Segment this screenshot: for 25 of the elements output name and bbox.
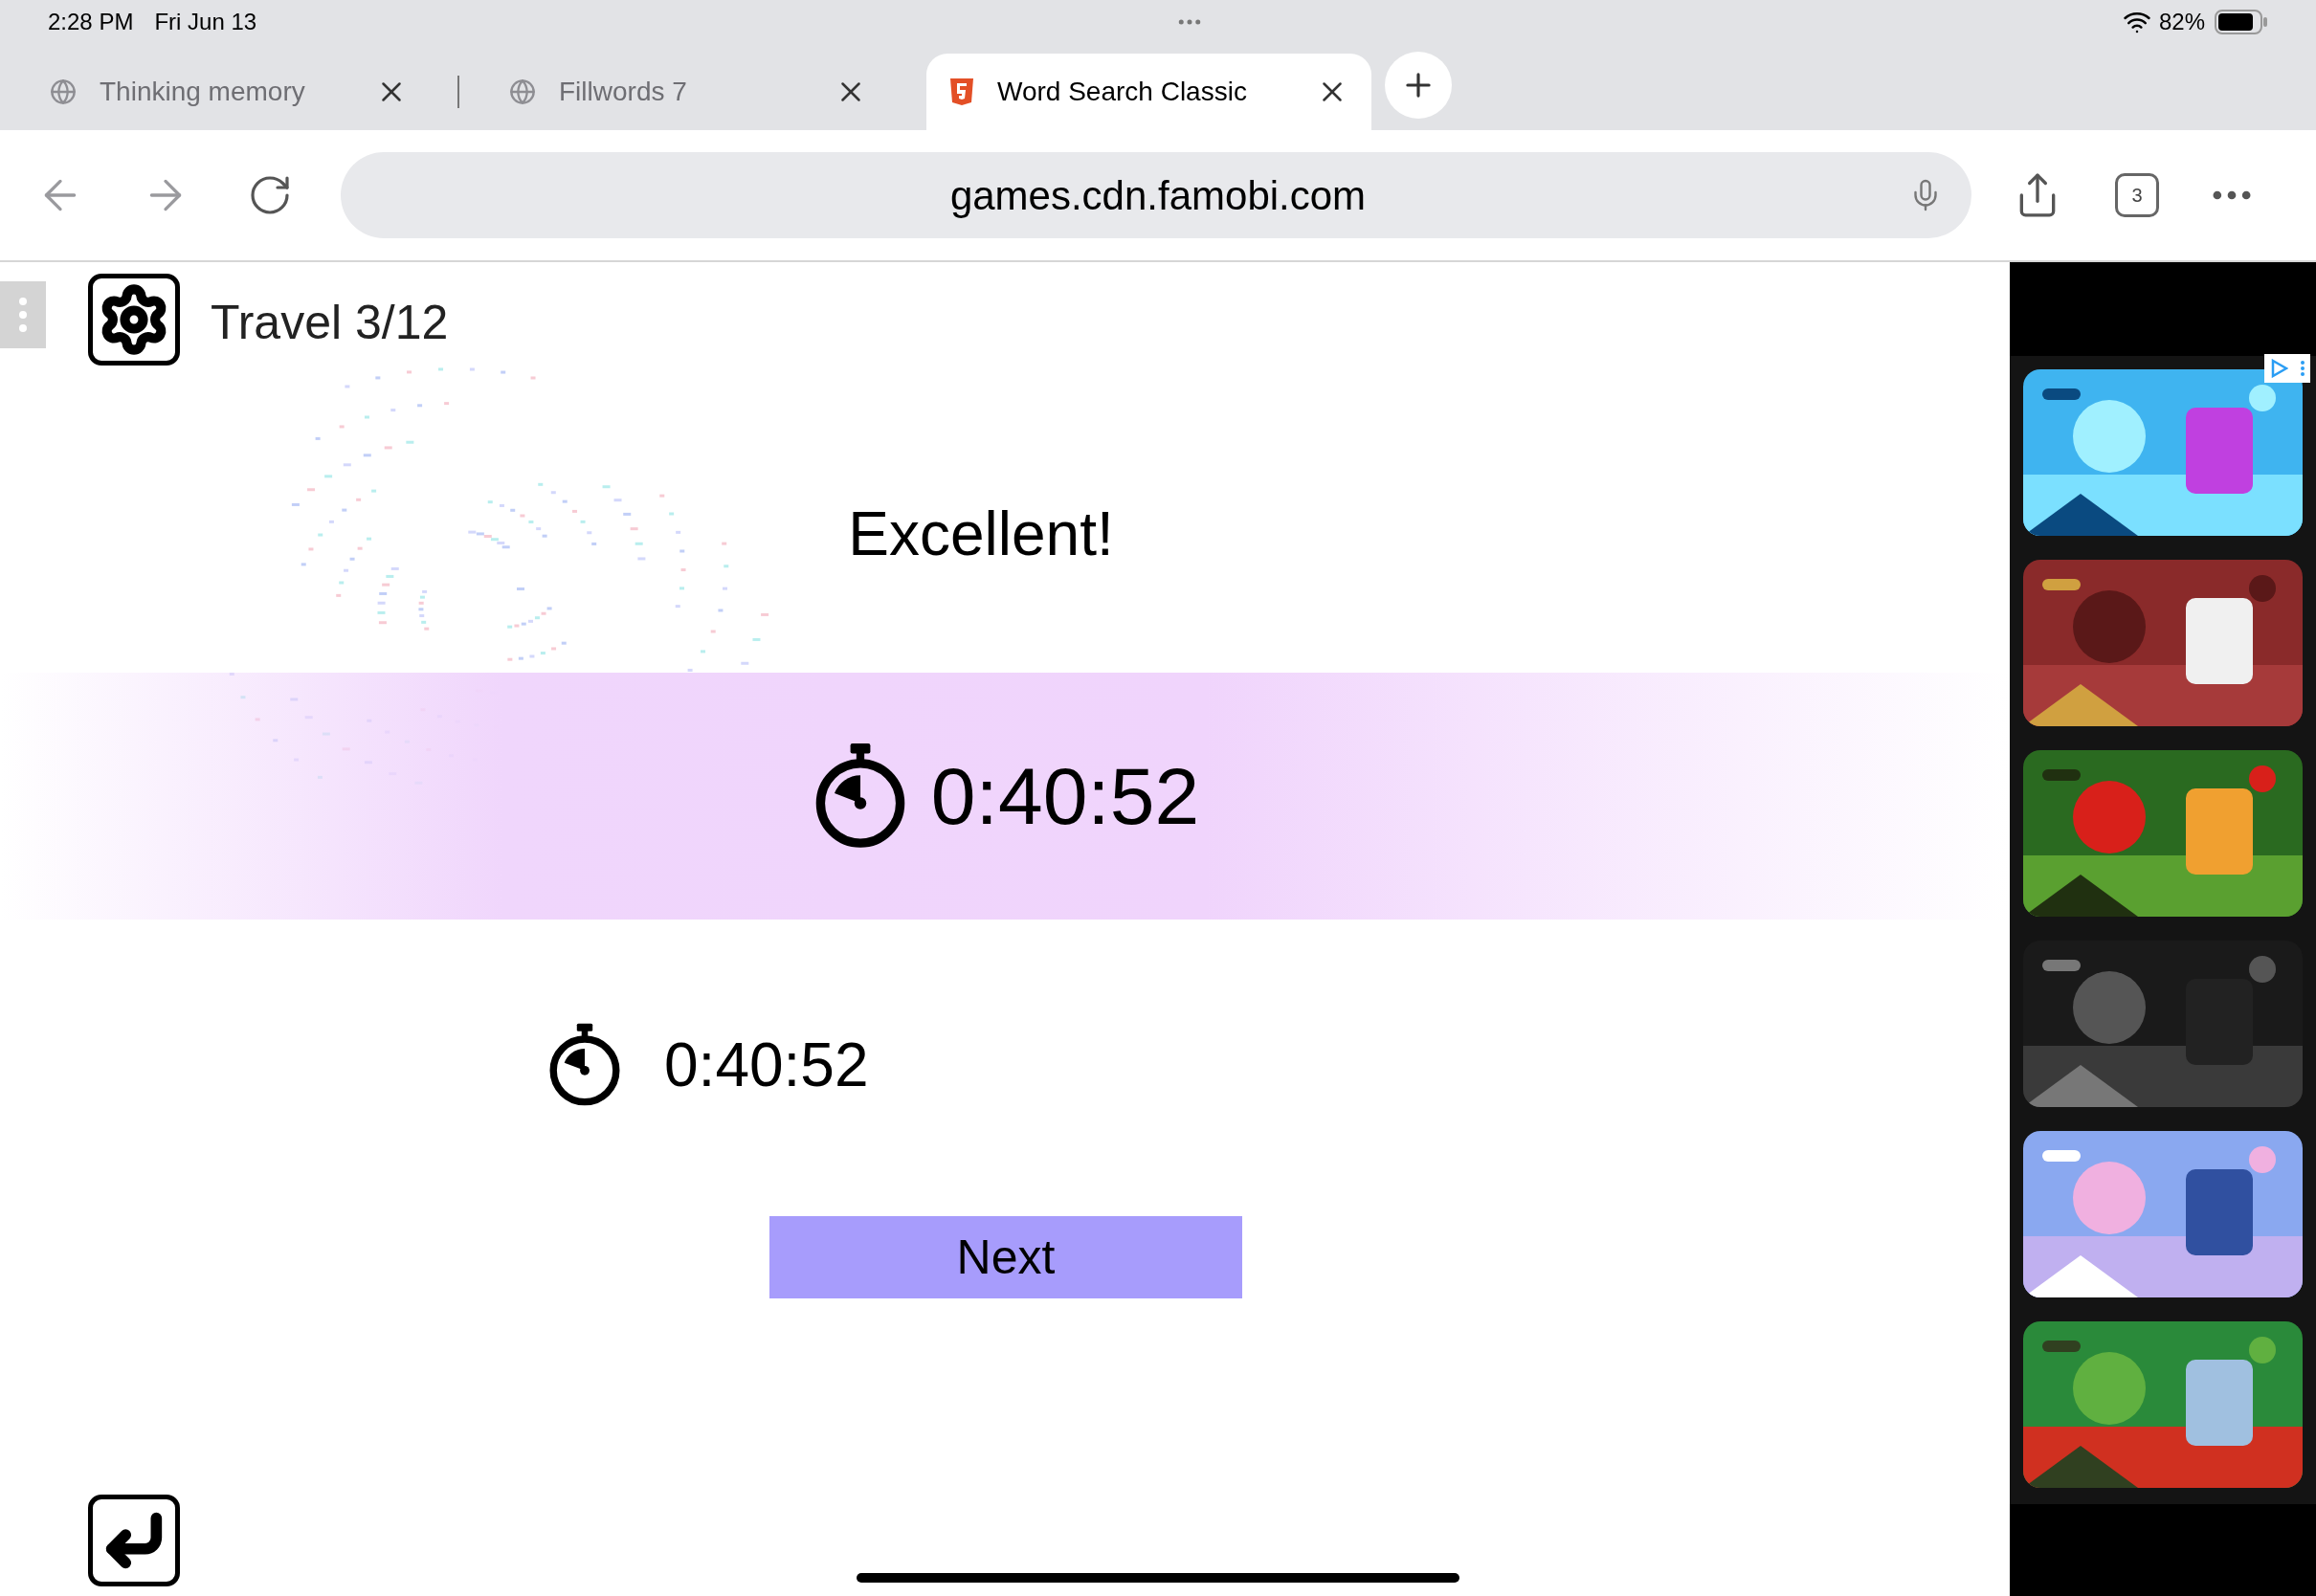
result-message: Excellent! xyxy=(848,499,1114,570)
tab-count[interactable]: 3 xyxy=(2115,173,2159,217)
tab-title: Word Search Classic xyxy=(997,76,1248,108)
browser-tab[interactable]: Word Search Classic xyxy=(926,54,1371,130)
return-button[interactable] xyxy=(88,1495,180,1586)
shield-icon xyxy=(949,78,974,106)
time-main: 0:40:52 xyxy=(930,750,1200,843)
next-button[interactable]: Next xyxy=(769,1216,1242,1298)
time-best: 0:40:52 xyxy=(664,1030,869,1101)
address-field[interactable]: games.cdn.famobi.com xyxy=(341,152,1971,238)
browser-tab[interactable]: Fillwords 7 xyxy=(459,54,917,130)
battery-percent: 82% xyxy=(2158,8,2205,36)
ad-choices-icon[interactable] xyxy=(2264,354,2310,383)
battery-icon xyxy=(2215,10,2268,34)
browser-tab[interactable]: Thinking memory xyxy=(0,54,457,130)
level-title: Travel 3/12 xyxy=(211,295,449,351)
url-text: games.cdn.famobi.com xyxy=(948,171,1368,220)
tab-title: Thinking memory xyxy=(100,76,306,108)
settings-button[interactable] xyxy=(88,274,180,366)
tab-title: Fillwords 7 xyxy=(559,76,688,108)
globe-icon xyxy=(50,78,77,105)
side-handle[interactable] xyxy=(0,281,46,348)
globe-icon xyxy=(509,78,536,105)
status-date: Fri Jun 13 xyxy=(154,8,257,36)
status-time: 2:28 PM xyxy=(48,8,134,36)
